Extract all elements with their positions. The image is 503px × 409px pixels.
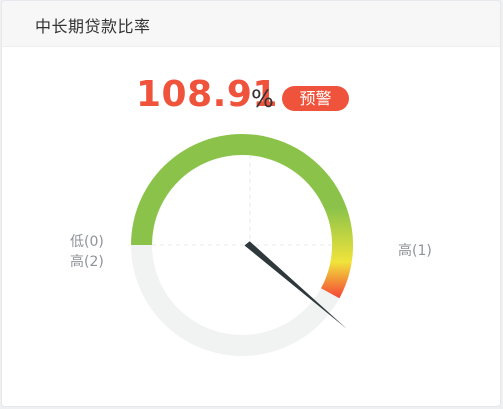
gauge-green-segment (131, 134, 242, 245)
label-low-0: 低(0) (70, 234, 104, 250)
gauge-value-segment (242, 133, 354, 299)
loan-ratio-card: 中长期贷款比率 108.91 % 预警 低(0) 高(2) 高(1) (1, 0, 501, 407)
label-high-2: 高(2) (70, 253, 104, 270)
gauge-track (131, 245, 353, 356)
label-high-1: 高(1) (398, 242, 432, 259)
gauge-chart: 低(0) 高(2) 高(1) (70, 133, 432, 356)
